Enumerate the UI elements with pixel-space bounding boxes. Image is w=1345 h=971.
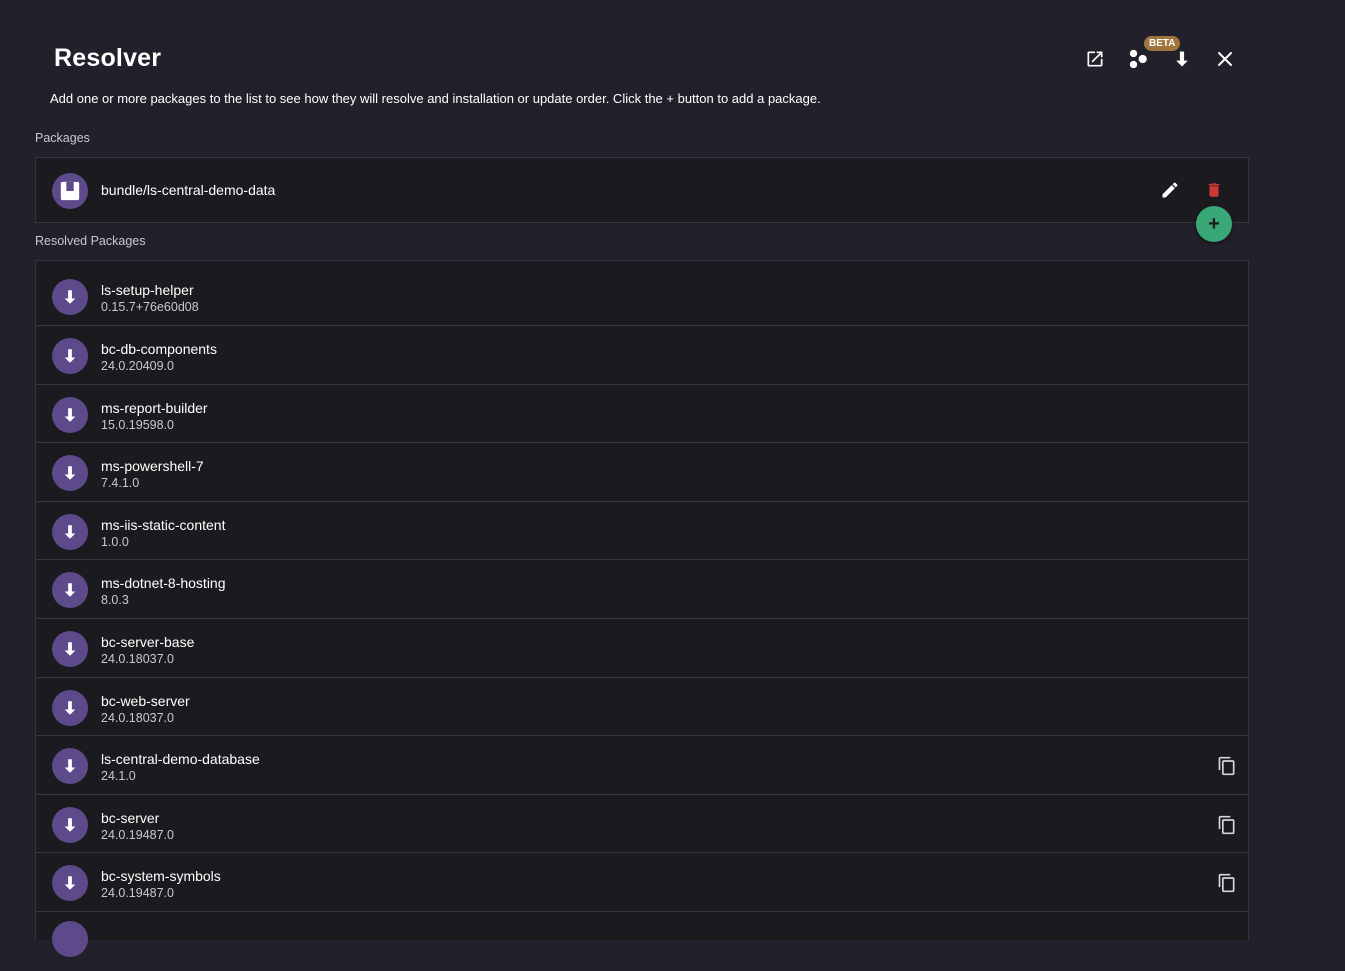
download-icon: [64, 642, 76, 656]
package-name: bundle/ls-central-demo-data: [101, 182, 276, 198]
resolved-package-row[interactable]: bc-system-symbols 24.0.19487.0: [36, 853, 1248, 912]
resolved-package-avatar: [52, 689, 88, 726]
resolved-package-avatar: [52, 338, 88, 374]
resolved-package-name: ms-iis-static-content: [101, 516, 226, 533]
page-subtitle: Add one or more packages to the list to …: [50, 91, 821, 106]
download-icon: [64, 349, 76, 363]
resolved-package-row[interactable]: bc-server 24.0.19487.0: [36, 795, 1248, 854]
download-icon: [64, 466, 76, 480]
resolved-package-name: bc-web-server: [101, 692, 190, 709]
resolved-package-name: bc-server-base: [101, 633, 195, 650]
resolved-package-avatar: [52, 865, 88, 902]
resolved-package-row[interactable]: ls-central-demo-database 24.1.0: [36, 736, 1248, 795]
resolved-package-name: ls-central-demo-database: [101, 751, 260, 768]
download-icon: [64, 876, 76, 891]
copy-button[interactable]: [1216, 872, 1238, 894]
resolved-package-row[interactable]: ms-report-builder 15.0.19598.0: [36, 385, 1248, 444]
pencil-icon: [1162, 182, 1178, 198]
package-icon: [60, 181, 80, 201]
resolved-package-version: 24.0.18037.0: [101, 651, 174, 666]
resolved-package-avatar: [52, 920, 88, 957]
download-icon: [64, 290, 76, 304]
page-title: Resolver: [54, 44, 162, 72]
resolved-package-avatar: [52, 748, 88, 785]
delete-package-button[interactable]: [1202, 178, 1226, 202]
dependencies-icon: [1129, 49, 1147, 69]
resolved-package-avatar: [52, 513, 88, 550]
resolved-package-row[interactable]: ms-dotnet-8-hosting 8.0.3: [36, 560, 1248, 619]
resolved-package-name: ms-dotnet-8-hosting: [101, 575, 226, 592]
resolved-package-version: 15.0.19598.0: [101, 417, 174, 432]
resolved-package-row[interactable]: bc-db-components 24.0.20409.0: [36, 326, 1248, 385]
trash-icon: [1208, 183, 1220, 197]
resolved-package-avatar: [52, 806, 88, 843]
packages-panel: bundle/ls-central-demo-data: [35, 157, 1249, 223]
download-icon: [64, 407, 76, 422]
download-button[interactable]: [1163, 42, 1201, 76]
close-button[interactable]: [1206, 42, 1244, 76]
resolved-package-avatar: [52, 279, 88, 315]
resolved-package-version: 7.4.1.0: [101, 476, 140, 491]
resolved-package-avatar: [52, 396, 88, 433]
resolved-package-avatar: [52, 455, 88, 492]
resolved-package-row[interactable]: ms-iis-static-content 1.0.0: [36, 502, 1248, 561]
resolved-package-version: 24.1.0: [101, 769, 136, 784]
copy-icon: [1218, 815, 1235, 834]
resolved-packages-label: Resolved Packages: [35, 234, 146, 248]
resolved-packages-panel: ls-setup-helper 0.15.7+76e60d08 bc-db-comp…: [35, 260, 1249, 957]
copy-icon: [1218, 874, 1235, 893]
open-in-new-button[interactable]: [1076, 42, 1114, 76]
package-avatar: [52, 173, 88, 209]
resolved-package-name: ls-setup-helper: [101, 282, 194, 298]
resolved-package-name: bc-system-symbols: [101, 868, 221, 885]
close-icon: [1218, 52, 1232, 66]
resolved-package-version: 1.0.0: [101, 534, 129, 549]
resolved-package-name: ms-report-builder: [101, 399, 208, 416]
open-in-new-icon: [1087, 51, 1103, 67]
resolved-package-version: 8.0.3: [101, 593, 129, 608]
resolved-package-row-partial[interactable]: [36, 912, 1248, 971]
copy-button[interactable]: [1216, 814, 1238, 836]
resolved-package-row[interactable]: bc-web-server 24.0.18037.0: [36, 678, 1248, 737]
download-icon: [64, 700, 76, 715]
resolved-package-name: ms-powershell-7: [101, 458, 204, 475]
resolved-package-version: 24.0.19487.0: [101, 827, 174, 842]
resolved-package-name: bc-db-components: [101, 341, 217, 357]
add-package-button[interactable]: +: [1196, 206, 1232, 242]
resolved-package-version: 24.0.19487.0: [101, 886, 174, 901]
download-icon: [64, 759, 76, 773]
download-icon: [1176, 51, 1188, 67]
resolved-list: ls-setup-helper 0.15.7+76e60d08 bc-db-comp…: [36, 261, 1248, 971]
resolved-package-row[interactable]: ms-powershell-7 7.4.1.0: [36, 443, 1248, 502]
resolved-package-name: bc-server: [101, 809, 160, 826]
resolved-package-version: 24.0.20409.0: [101, 359, 174, 373]
copy-icon: [1218, 756, 1235, 776]
copy-button[interactable]: [1216, 755, 1238, 777]
packages-label: Packages: [35, 131, 90, 145]
resolved-package-version: 24.0.18037.0: [101, 710, 174, 725]
download-icon: [64, 583, 76, 598]
resolved-package-avatar: [52, 572, 88, 609]
download-icon: [64, 525, 76, 539]
resolved-package-row[interactable]: bc-server-base 24.0.18037.0: [36, 619, 1248, 678]
download-icon: [64, 818, 76, 832]
edit-package-button[interactable]: [1158, 178, 1182, 202]
resolved-package-version: 0.15.7+76e60d08: [101, 300, 199, 314]
header-toolbar: BETA: [1076, 36, 1246, 76]
resolved-package-row[interactable]: ls-setup-helper 0.15.7+76e60d08: [36, 261, 1248, 326]
resolved-package-avatar: [52, 630, 88, 667]
package-row[interactable]: bundle/ls-central-demo-data: [36, 158, 1248, 222]
